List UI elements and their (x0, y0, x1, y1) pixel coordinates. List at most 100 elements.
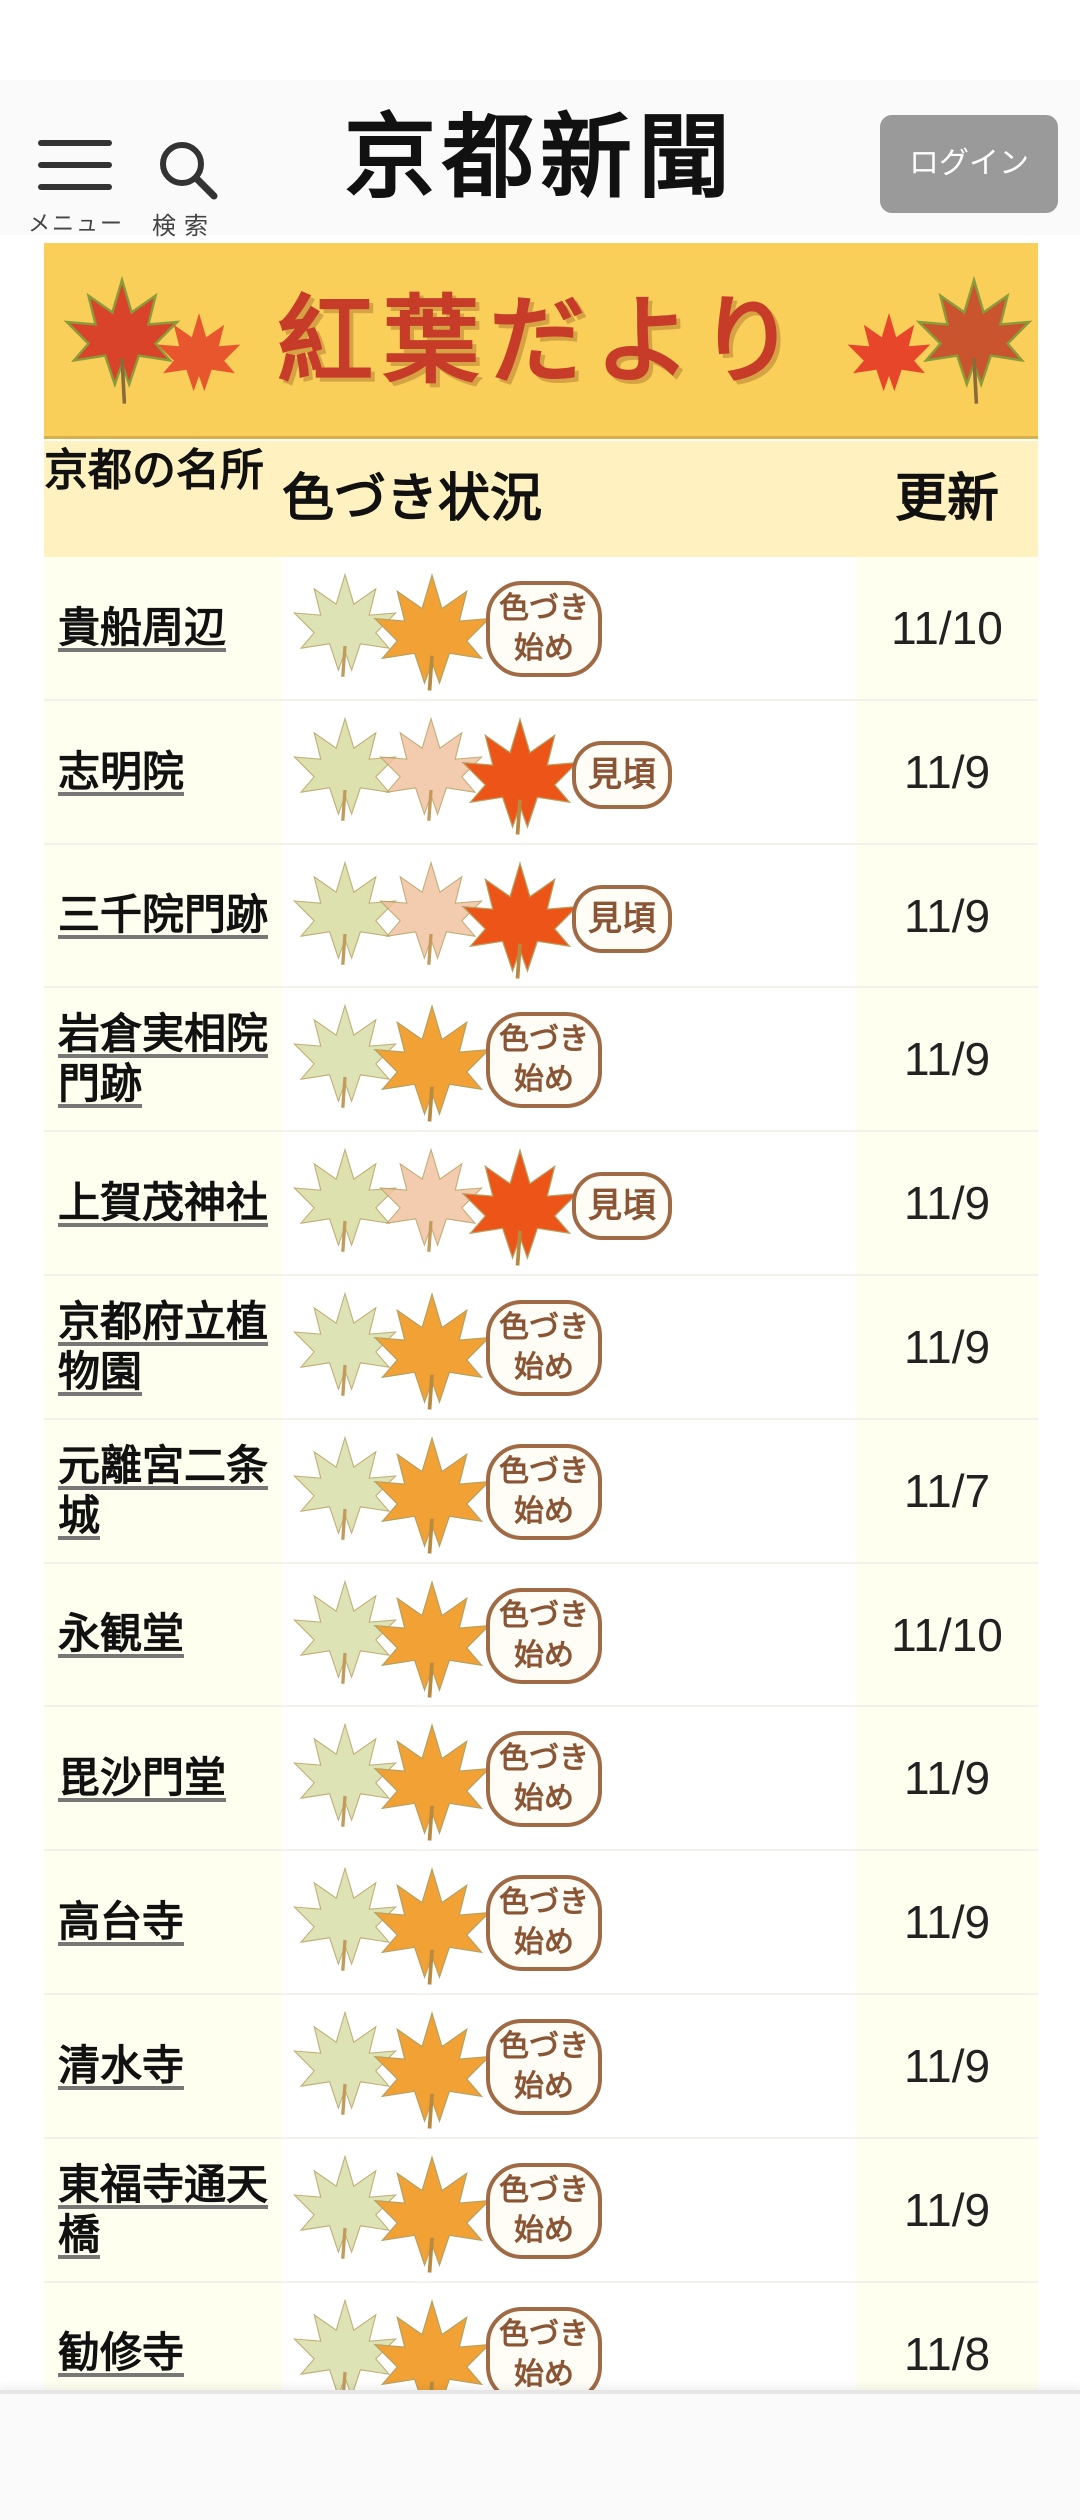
place-cell: 東福寺通天橋 (44, 2138, 282, 2281)
status-cell: 色づき始め (282, 1707, 856, 1850)
status-badge-coloring-start: 色づき始め (486, 1012, 602, 1109)
maple-leaf-icon (373, 1579, 491, 1698)
place-link[interactable]: 上賀茂神社 (58, 1178, 274, 1228)
menu-label: メニュー (28, 212, 125, 237)
maple-leaf-icon (461, 860, 579, 979)
maple-leaf-icon (461, 716, 579, 835)
status-cell: 見頃 (282, 1132, 856, 1274)
table-row: 三千院門跡 見頃 11/9 (44, 844, 1038, 989)
place-link[interactable]: 貴船周辺 (58, 603, 274, 653)
status-cell: 色づき始め (282, 1851, 856, 1993)
update-date: 11/9 (856, 988, 1038, 1131)
column-header-update: 更新 (894, 469, 999, 529)
maple-leaf-icon (373, 2154, 491, 2273)
status-cell: 色づき始め (282, 1563, 856, 1706)
site-logo[interactable]: 京都新聞 (320, 102, 760, 212)
place-link[interactable]: 岩倉実相院門跡 (58, 1009, 274, 1109)
update-date: 11/9 (856, 844, 1038, 987)
banner-title: 紅葉だより (276, 284, 806, 397)
table-row: 高台寺 色づき始め 11/9 (44, 1851, 1038, 1995)
table-row: 京都府立植物園 色づき始め 11/9 (44, 1275, 1038, 1420)
place-cell: 高台寺 (44, 1851, 282, 1993)
update-date: 11/9 (856, 1994, 1038, 2137)
status-badge-coloring-start: 色づき始め (486, 2306, 602, 2403)
place-link[interactable]: 元離宮二条城 (58, 1441, 274, 1541)
place-cell: 貴船周辺 (44, 557, 282, 699)
place-link[interactable]: 永観堂 (58, 1609, 274, 1659)
table-row: 清水寺 色づき始め 11/9 (44, 1994, 1038, 2139)
status-badge-peak: 見頃 (572, 740, 672, 809)
update-date: 11/7 (856, 1419, 1038, 1562)
place-link[interactable]: 三千院門跡 (58, 890, 274, 940)
status-badge-peak: 見頃 (572, 1172, 672, 1241)
maple-leaf-icon (373, 1723, 491, 1842)
place-cell: 元離宮二条城 (44, 1419, 282, 1562)
maple-leaf-icon (373, 1867, 491, 1985)
place-link[interactable]: 高台寺 (58, 1897, 274, 1947)
column-header-place: 京都の名所 (44, 445, 264, 496)
status-badge-coloring-start: 色づき始め (486, 1299, 602, 1396)
autumn-leaves-banner: 紅葉だより (44, 243, 1038, 439)
search-label: 検索 (152, 212, 216, 240)
status-cell: 色づき始め (282, 557, 856, 699)
status-badge-peak: 見頃 (572, 884, 672, 953)
place-cell: 清水寺 (44, 1994, 282, 2137)
maple-leaf-icon (373, 1004, 491, 1123)
table-row: 貴船周辺 色づき始め 11/10 (44, 557, 1038, 701)
status-cell: 見頃 (282, 844, 856, 987)
status-cell: 色づき始め (282, 1994, 856, 2137)
status-badge-coloring-start: 色づき始め (486, 581, 602, 677)
hamburger-icon (38, 140, 112, 206)
foliage-status-table: 京都の名所 色づき状況 更新 貴船周辺 色づき始め 11/10 志明院 見頃 11/9 三千… (44, 441, 1038, 2427)
search-icon (160, 142, 218, 200)
table-row: 上賀茂神社 見頃 11/9 (44, 1132, 1038, 1276)
table-row: 志明院 見頃 11/9 (44, 700, 1038, 845)
status-badge-coloring-start: 色づき始め (486, 1731, 602, 1828)
status-badge-coloring-start: 色づき始め (486, 2162, 602, 2259)
status-badge-coloring-start: 色づき始め (486, 1875, 602, 1972)
update-date: 11/9 (856, 1132, 1038, 1274)
maple-leaf-icon (373, 573, 491, 691)
place-cell: 志明院 (44, 700, 282, 843)
search-button[interactable]: 検索 (148, 108, 238, 240)
login-button[interactable]: ログイン (880, 115, 1058, 213)
place-link[interactable]: 東福寺通天橋 (58, 2160, 274, 2260)
place-cell: 京都府立植物園 (44, 1275, 282, 1418)
status-cell: 色づき始め (282, 1419, 856, 1562)
table-row: 毘沙門堂 色づき始め 11/9 (44, 1707, 1038, 1852)
update-date: 11/9 (856, 700, 1038, 843)
place-link[interactable]: 京都府立植物園 (58, 1297, 274, 1397)
column-header-status: 色づき状況 (282, 469, 543, 529)
update-date: 11/9 (856, 1707, 1038, 1850)
maple-leaf-icon (461, 1148, 579, 1266)
update-date: 11/9 (856, 2138, 1038, 2281)
maple-leaf-icon (373, 2010, 491, 2129)
browser-bottom-bar (0, 2390, 1080, 2520)
place-cell: 永観堂 (44, 1563, 282, 1706)
place-cell: 上賀茂神社 (44, 1132, 282, 1274)
update-date: 11/9 (856, 1275, 1038, 1418)
status-badge-coloring-start: 色づき始め (486, 1443, 602, 1540)
site-header: メニュー 検索 京都新聞 ログイン (0, 80, 1080, 240)
place-cell: 三千院門跡 (44, 844, 282, 987)
status-cell: 色づき始め (282, 988, 856, 1131)
status-bar (0, 0, 1080, 80)
table-row: 岩倉実相院門跡 色づき始め 11/9 (44, 988, 1038, 1133)
place-link[interactable]: 志明院 (58, 747, 274, 797)
maple-leaf-icon (373, 1292, 491, 1410)
place-cell: 毘沙門堂 (44, 1707, 282, 1850)
update-date: 11/9 (856, 1851, 1038, 1993)
status-cell: 色づき始め (282, 2138, 856, 2281)
place-link[interactable]: 勧修寺 (58, 2328, 274, 2378)
update-date: 11/10 (856, 1563, 1038, 1706)
place-link[interactable]: 毘沙門堂 (58, 1753, 274, 1803)
place-link[interactable]: 清水寺 (58, 2041, 274, 2091)
status-cell: 見頃 (282, 700, 856, 843)
maple-leaf-icon (373, 1435, 491, 1554)
status-badge-coloring-start: 色づき始め (486, 1587, 602, 1684)
table-row: 東福寺通天橋 色づき始め 11/9 (44, 2138, 1038, 2283)
table-row: 元離宮二条城 色づき始め 11/7 (44, 1419, 1038, 1564)
table-row: 永観堂 色づき始め 11/10 (44, 1563, 1038, 1708)
menu-button[interactable]: メニュー (28, 108, 128, 237)
table-header-row: 京都の名所 色づき状況 更新 (44, 441, 1038, 557)
